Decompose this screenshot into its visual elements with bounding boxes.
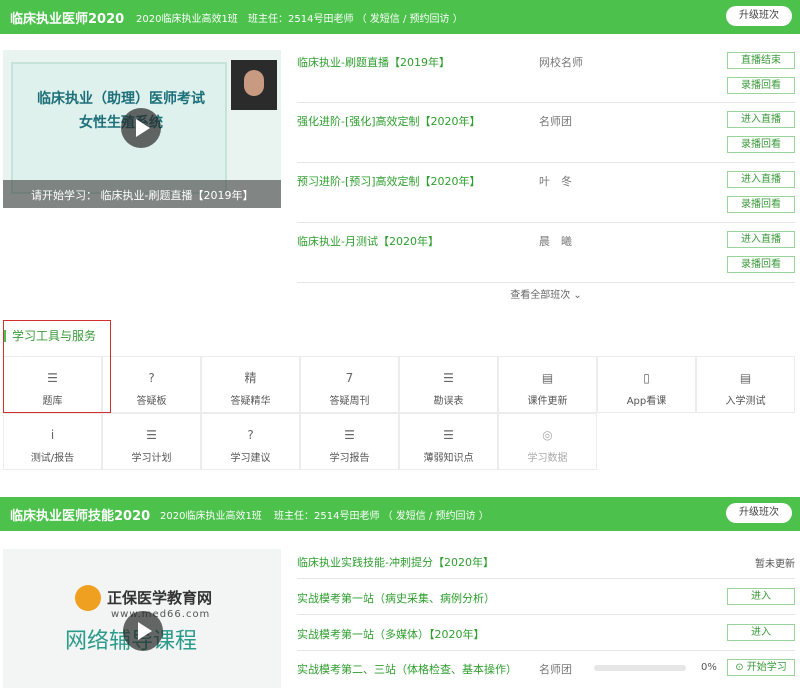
- class-name: 2020临床执业高效1班: [136, 14, 238, 25]
- replay-button[interactable]: 录播回看: [727, 77, 795, 94]
- tool-courseware-update[interactable]: ▤ 课件更新: [498, 356, 597, 413]
- course-name[interactable]: 临床执业-月测试【2020年】: [297, 233, 439, 249]
- tool-label: 测试/报告: [30, 453, 75, 464]
- play-icon[interactable]: [121, 108, 161, 148]
- course-teacher: 晨 曦: [539, 235, 572, 248]
- calendar-icon: 7: [345, 371, 354, 385]
- enter-button[interactable]: 进入: [727, 588, 795, 605]
- upgrade-button[interactable]: 升级班次: [726, 503, 792, 523]
- enter-button[interactable]: 进入: [727, 624, 795, 641]
- course-teacher: 名师团: [539, 663, 572, 676]
- teacher-webcam: [231, 60, 277, 110]
- progress-bar: [594, 665, 686, 671]
- course-name[interactable]: 临床执业-刷题直播【2019年】: [297, 54, 450, 70]
- question-icon: ?: [148, 371, 155, 385]
- tool-label: 勘误表: [433, 396, 464, 407]
- course-header: 临床执业医师技能2020 2020临床执业高效1班 班主任：2514号田老师 （…: [0, 497, 800, 531]
- brand-name: 正保医学教育网: [107, 589, 213, 607]
- tool-qa-weekly[interactable]: 7 答疑周刊: [300, 356, 399, 413]
- play-icon[interactable]: [123, 611, 163, 651]
- course-row: 临床执业实践技能-冲刺提分【2020年】 暂未更新: [297, 547, 795, 579]
- course-name[interactable]: 临床执业实践技能-冲刺提分【2020年】: [297, 554, 494, 570]
- list-icon: ☰: [146, 428, 157, 442]
- highlight-box: [3, 320, 111, 413]
- course-row: 实战模考第一站（病史采集、病例分析） 进入: [297, 579, 795, 615]
- tool-label: 答疑精华: [230, 396, 271, 407]
- tool-qa-board[interactable]: ? 答疑板: [102, 356, 201, 413]
- view-all-classes-link[interactable]: 查看全部班次 ⌄: [297, 286, 795, 301]
- tool-study-report[interactable]: ☰ 学习报告: [300, 413, 399, 470]
- replay-button[interactable]: 录播回看: [727, 136, 795, 153]
- tool-label: 课件更新: [527, 396, 568, 407]
- list-icon: ☰: [443, 428, 454, 442]
- brand-logo-icon: [75, 585, 101, 611]
- course-name[interactable]: 预习进阶-[预习]高效定制【2020年】: [297, 173, 481, 189]
- start-learning-button[interactable]: ⊙ 开始学习: [727, 659, 795, 676]
- tool-label: 薄弱知识点: [423, 453, 474, 464]
- tool-weak-points[interactable]: ☰ 薄弱知识点: [399, 413, 498, 470]
- document-icon: ▤: [541, 371, 554, 385]
- tool-label: App看课: [626, 396, 667, 407]
- replay-button[interactable]: 录播回看: [727, 196, 795, 213]
- course-row: 预习进阶-[预习]高效定制【2020年】 叶 冬 进入直播 录播回看: [297, 163, 795, 223]
- course-row: 实战模考第二、三站（体格检查、基本操作） 名师团 0% ⊙ 开始学习: [297, 651, 795, 688]
- live-ended-button[interactable]: 直播结束: [727, 52, 795, 69]
- tool-label: 答疑板: [136, 396, 167, 407]
- tool-label: 学习建议: [230, 453, 271, 464]
- enter-live-button[interactable]: 进入直播: [727, 111, 795, 128]
- replay-button[interactable]: 录播回看: [727, 256, 795, 273]
- enter-live-button[interactable]: 进入直播: [727, 231, 795, 248]
- phone-icon: ▯: [643, 371, 650, 385]
- course-row: 临床执业-月测试【2020年】 晨 曦 进入直播 录播回看: [297, 223, 795, 283]
- course-name[interactable]: 实战模考第二、三站（体格检查、基本操作）: [297, 661, 517, 677]
- course-name[interactable]: 实战模考第一站（病史采集、病例分析）: [297, 590, 495, 606]
- course-banner[interactable]: 正保医学教育网 www.med66.com 网络辅导课程: [3, 549, 281, 688]
- status-text: 暂未更新: [755, 559, 795, 570]
- class-name: 2020临床执业高效1班: [160, 511, 262, 522]
- list-icon: ☰: [443, 371, 454, 385]
- tool-qa-highlights[interactable]: 精答疑精华: [201, 356, 300, 413]
- course-teacher: 叶 冬: [539, 175, 572, 188]
- teacher-info[interactable]: 班主任：2514号田老师 （ 发短信 / 预约回访 ）: [248, 10, 463, 25]
- info-icon: i: [50, 428, 55, 442]
- teacher-info[interactable]: 班主任：2514号田老师 （ 发短信 / 预约回访 ）: [274, 507, 489, 522]
- tool-label: 入学测试: [725, 396, 766, 407]
- course-title: 临床执业医师技能2020: [10, 509, 151, 524]
- video-caption: 请开始学习： 临床执业-刷题直播【2019年】: [31, 189, 254, 202]
- course-row: 强化进阶-[强化]高效定制【2020年】 名师团 进入直播 录播回看: [297, 103, 795, 163]
- essence-icon: 精: [244, 371, 257, 385]
- course-row: 临床执业-刷题直播【2019年】 网校名师 直播结束 录播回看: [297, 44, 795, 103]
- tool-label: 学习数据: [527, 453, 568, 464]
- slide-title: 临床执业（助理）医师考试: [37, 91, 205, 107]
- tool-study-data[interactable]: ◎ 学习数据: [498, 413, 597, 470]
- course-teacher: 名师团: [539, 115, 572, 128]
- tool-entrance-test[interactable]: ▤ 入学测试: [696, 356, 795, 413]
- tool-app-watch[interactable]: ▯ App看课: [597, 356, 696, 413]
- tool-errata[interactable]: ☰ 勘误表: [399, 356, 498, 413]
- course-row: 实战模考第一站（多媒体）【2020年】 进入: [297, 615, 795, 651]
- document-icon: ▤: [739, 371, 752, 385]
- question-icon: ?: [247, 428, 254, 442]
- course-name[interactable]: 强化进阶-[强化]高效定制【2020年】: [297, 113, 481, 129]
- upgrade-button[interactable]: 升级班次: [726, 6, 792, 26]
- tool-label: 答疑周刊: [329, 396, 370, 407]
- enter-live-button[interactable]: 进入直播: [727, 171, 795, 188]
- course-name[interactable]: 实战模考第一站（多媒体）【2020年】: [297, 626, 485, 642]
- course-header: 临床执业医师2020 2020临床执业高效1班 班主任：2514号田老师 （ 发…: [0, 0, 800, 34]
- course-teacher: 网校名师: [539, 56, 583, 69]
- caption-bar: 请开始学习： 临床执业-刷题直播【2019年】: [3, 180, 281, 208]
- course-title: 临床执业医师2020: [10, 12, 125, 27]
- tool-study-advice[interactable]: ? 学习建议: [201, 413, 300, 470]
- tool-test-report[interactable]: i 测试/报告: [3, 413, 102, 470]
- tool-study-plan[interactable]: ☰ 学习计划: [102, 413, 201, 470]
- progress-text: 0%: [701, 662, 717, 673]
- list-icon: ☰: [344, 428, 355, 442]
- video-player[interactable]: 临床执业（助理）医师考试 女性生殖系统 请开始学习： 临床执业-刷题直播【201…: [3, 50, 281, 208]
- video-slide: 临床执业（助理）医师考试 女性生殖系统: [11, 62, 227, 194]
- tool-label: 学习计划: [131, 453, 172, 464]
- target-icon: ◎: [542, 428, 553, 442]
- tool-label: 学习报告: [329, 453, 370, 464]
